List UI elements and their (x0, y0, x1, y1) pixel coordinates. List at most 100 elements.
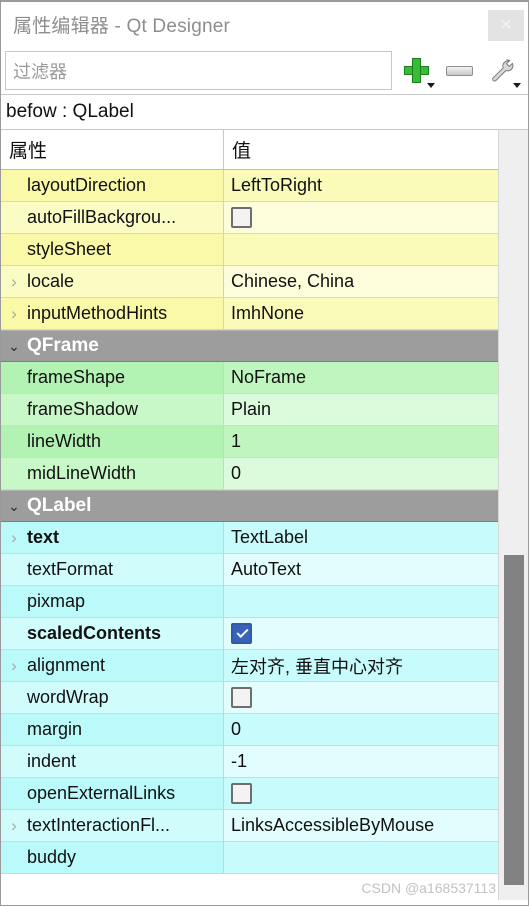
property-value-checkbox[interactable] (231, 207, 252, 228)
property-value-cell[interactable]: Chinese, China (224, 266, 498, 297)
property-name-cell: › text (1, 522, 224, 553)
property-value-checkbox[interactable] (231, 623, 252, 644)
table-row[interactable]: styleSheet (1, 234, 498, 266)
column-header-value: 值 (232, 141, 252, 162)
property-value-cell[interactable]: LeftToRight (224, 170, 498, 201)
property-name-label: textInteractionFl... (27, 815, 171, 835)
property-name-cell: openExternalLinks (1, 778, 224, 809)
wrench-icon (492, 59, 514, 82)
table-row[interactable]: frameShape NoFrame (1, 362, 498, 394)
property-name-label: indent (27, 751, 77, 771)
property-value-label: 1 (231, 431, 242, 451)
chevron-right-icon[interactable]: › (1, 529, 27, 546)
table-header-row: 属性 值 (1, 130, 498, 170)
property-value-label: LinksAccessibleByMouse (231, 815, 435, 835)
property-value-cell[interactable] (224, 842, 498, 873)
property-name-label: scaledContents (27, 623, 162, 643)
property-value-label: NoFrame (231, 367, 307, 387)
chevron-right-icon[interactable]: › (1, 817, 27, 834)
vertical-scrollbar[interactable] (498, 130, 528, 900)
property-value-cell[interactable] (224, 202, 498, 233)
chevron-down-icon[interactable] (513, 82, 521, 88)
property-name-cell: pixmap (1, 586, 224, 617)
property-value-cell[interactable]: NoFrame (224, 362, 498, 393)
property-value-label: AutoText (231, 559, 302, 579)
plus-icon (403, 58, 429, 83)
property-name-cell: › locale (1, 266, 224, 297)
property-value-cell[interactable]: AutoText (224, 554, 498, 585)
property-group-row[interactable]: ⌄ QFrame (1, 330, 498, 362)
selected-object-bar: befow : QLabel (1, 94, 528, 130)
window-titlebar: 属性编辑器 - Qt Designer ✕ (1, 2, 528, 47)
property-name-cell: layoutDirection (1, 170, 224, 201)
minus-icon (445, 65, 473, 76)
property-value-cell[interactable]: Plain (224, 394, 498, 425)
add-property-button[interactable] (396, 51, 436, 91)
property-name-label: autoFillBackgrou... (27, 207, 177, 227)
property-name-label: text (27, 527, 60, 547)
table-row[interactable]: autoFillBackgrou... (1, 202, 498, 234)
property-value-label: TextLabel (231, 527, 309, 547)
scrollbar-thumb[interactable] (504, 555, 524, 885)
table-row[interactable]: frameShadow Plain (1, 394, 498, 426)
property-name-label: midLineWidth (27, 463, 137, 483)
table-row[interactable]: › alignment 左对齐, 垂直中心对齐 (1, 650, 498, 682)
table-row[interactable]: midLineWidth 0 (1, 458, 498, 490)
table-row[interactable]: pixmap (1, 586, 498, 618)
property-value-cell[interactable]: TextLabel (224, 522, 498, 553)
property-value-cell[interactable]: 1 (224, 426, 498, 457)
property-value-label: -1 (231, 751, 248, 771)
property-value-checkbox[interactable] (231, 687, 252, 708)
table-row[interactable]: layoutDirection LeftToRight (1, 170, 498, 202)
chevron-down-icon[interactable]: ⌄ (1, 499, 27, 513)
property-value-checkbox[interactable] (231, 783, 252, 804)
table-row[interactable]: indent -1 (1, 746, 498, 778)
property-name-cell: scaledContents (1, 618, 224, 649)
property-value-label: 0 (231, 719, 242, 739)
chevron-right-icon[interactable]: › (1, 305, 27, 322)
chevron-right-icon[interactable]: › (1, 657, 27, 674)
property-value-cell[interactable]: -1 (224, 746, 498, 777)
chevron-right-icon[interactable]: › (1, 273, 27, 290)
property-value-cell[interactable]: 0 (224, 714, 498, 745)
property-value-label: 左对齐, 垂直中心对齐 (231, 656, 404, 677)
property-name-label: inputMethodHints (27, 303, 168, 323)
table-row[interactable]: buddy (1, 842, 498, 874)
property-value-cell[interactable] (224, 586, 498, 617)
property-value-cell[interactable] (224, 618, 498, 649)
chevron-down-icon[interactable] (427, 82, 435, 88)
column-header-name: 属性 (1, 130, 224, 169)
property-value-cell[interactable] (224, 682, 498, 713)
property-group-row[interactable]: ⌄ QLabel (1, 490, 498, 522)
table-row[interactable]: › textInteractionFl... LinksAccessibleByMo… (1, 810, 498, 842)
chevron-down-icon[interactable]: ⌄ (1, 339, 27, 353)
table-row[interactable]: margin 0 (1, 714, 498, 746)
table-row[interactable]: openExternalLinks (1, 778, 498, 810)
table-row[interactable]: › inputMethodHints ImhNone (1, 298, 498, 330)
configure-button[interactable] (482, 51, 522, 91)
property-name-cell: frameShadow (1, 394, 224, 425)
table-row[interactable]: scaledContents (1, 618, 498, 650)
property-name-cell: textFormat (1, 554, 224, 585)
filter-input[interactable]: 过滤器 (5, 51, 392, 90)
remove-property-button[interactable] (440, 51, 478, 91)
property-value-label: LeftToRight (231, 175, 323, 195)
property-name-cell: ⌄ QLabel (1, 491, 498, 521)
property-value-cell[interactable]: LinksAccessibleByMouse (224, 810, 498, 841)
property-name-cell: › alignment (1, 650, 224, 681)
window-title: 属性编辑器 - Qt Designer (13, 16, 231, 37)
property-name-label: openExternalLinks (27, 783, 176, 803)
close-button[interactable]: ✕ (488, 10, 524, 41)
property-value-cell[interactable]: ImhNone (224, 298, 498, 329)
table-row[interactable]: textFormat AutoText (1, 554, 498, 586)
property-value-cell[interactable] (224, 234, 498, 265)
table-row[interactable]: › text TextLabel (1, 522, 498, 554)
table-row[interactable]: lineWidth 1 (1, 426, 498, 458)
property-value-cell[interactable]: 0 (224, 458, 498, 489)
property-value-cell[interactable]: 左对齐, 垂直中心对齐 (224, 650, 498, 681)
property-group-label: QLabel (27, 495, 92, 516)
table-row[interactable]: › locale Chinese, China (1, 266, 498, 298)
table-row[interactable]: wordWrap (1, 682, 498, 714)
property-value-cell[interactable] (224, 778, 498, 809)
property-name-label: textFormat (27, 559, 114, 579)
